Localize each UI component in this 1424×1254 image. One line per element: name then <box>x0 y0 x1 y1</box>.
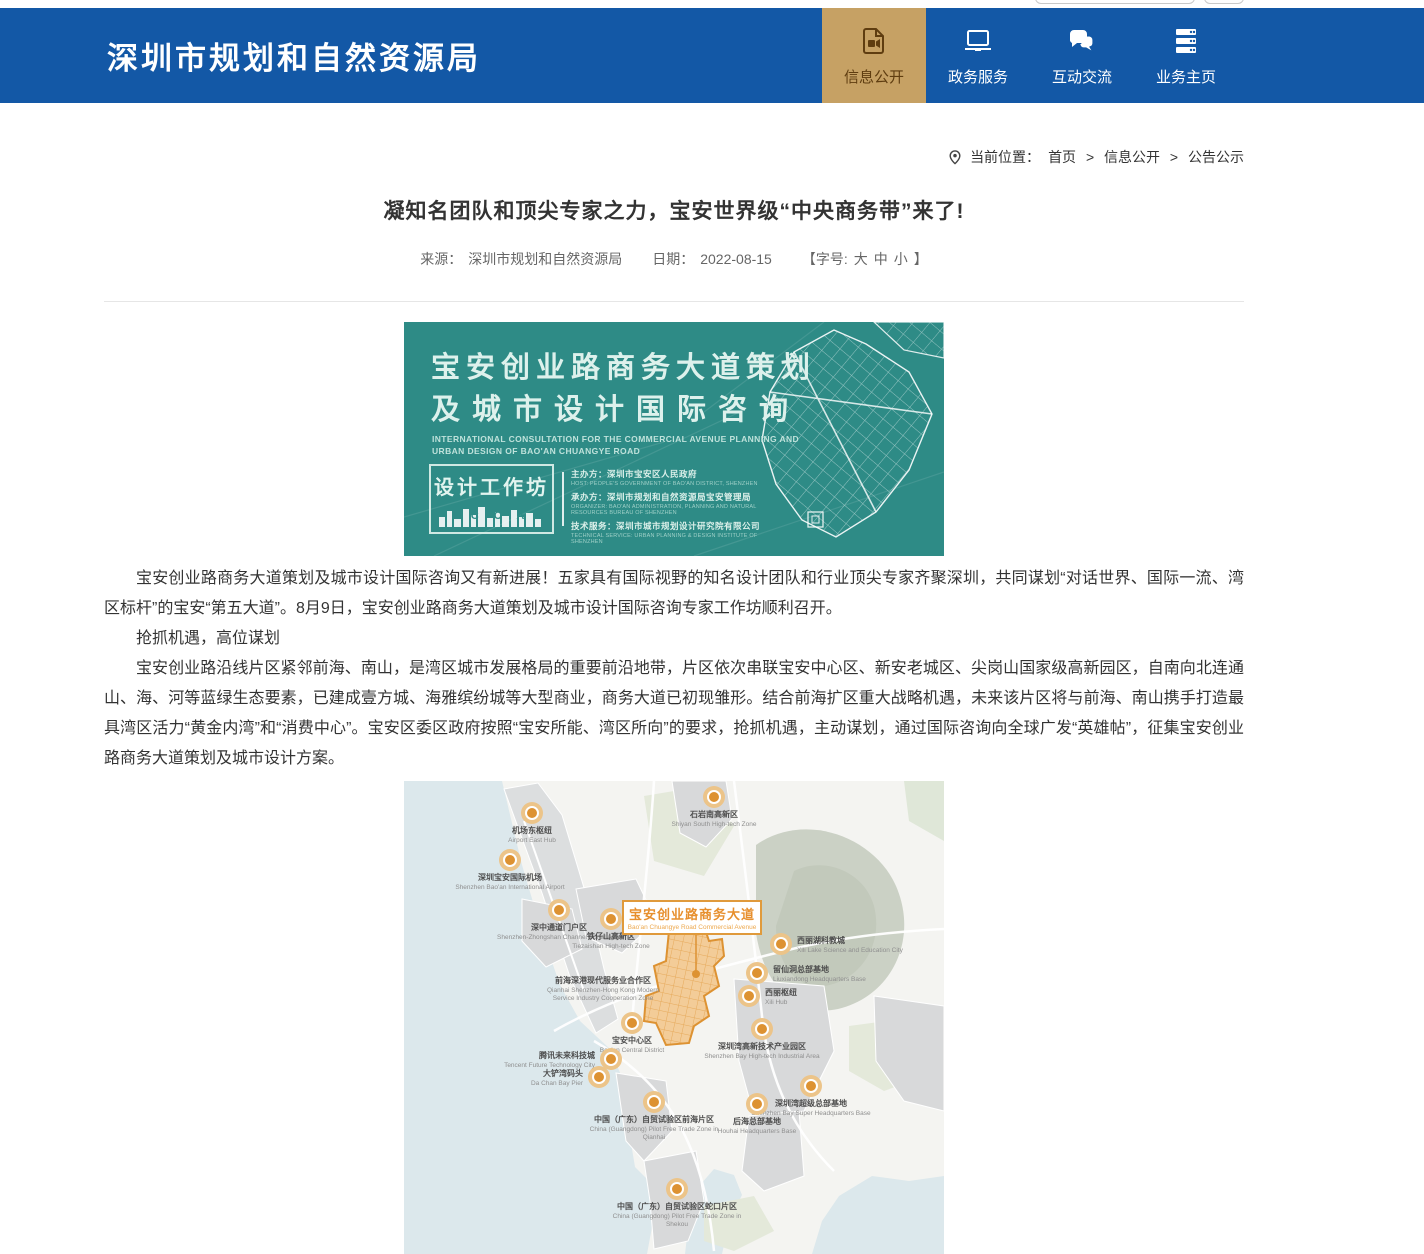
marker-dot-icon <box>751 1018 773 1040</box>
article-title: 凝知名团队和顶尖专家之力，宝安世界级“中央商务带”来了! <box>104 195 1244 225</box>
breadcrumb-announcements[interactable]: 公告公示 <box>1188 149 1244 165</box>
workshop-acronym: I C C A <box>437 510 547 522</box>
banner-divider-line <box>562 472 564 526</box>
server-stack-icon <box>1170 25 1202 57</box>
site-header: 深圳市规划和自然资源局 信息公开 政务服务 互动交流 <box>0 8 1424 103</box>
banner-image: 宝安创业路商务大道策划 及城市设计国际咨询 INTERNATIONAL CONS… <box>404 322 944 556</box>
marker-dot-icon <box>770 933 792 955</box>
banner-title-line2: 及城市设计国际咨询 <box>431 386 800 428</box>
marker-dot-icon <box>746 1093 768 1115</box>
date-value: 2022-08-15 <box>700 251 772 267</box>
marker-dot-icon <box>666 1178 688 1200</box>
marker-dot-icon <box>499 849 521 871</box>
org-organizer-en: ORGANIZER: BAO'AN ADMINISTRATION, PLANNI… <box>571 504 761 516</box>
paragraph: 抢抓机遇，高位谋划 <box>104 624 1244 654</box>
skyline-graphic: I C C A <box>437 503 547 527</box>
breadcrumb: 当前位置： 首页 > 信息公开 > 公告公示 <box>0 147 1424 167</box>
callout-title-zh: 宝安创业路商务大道 <box>626 904 758 923</box>
marker-dot-icon <box>800 1075 822 1097</box>
article-divider <box>104 301 1244 302</box>
fontsize-large[interactable]: 大 <box>854 249 868 269</box>
fontsize-medium[interactable]: 中 <box>874 249 888 269</box>
tab-label: 信息公开 <box>844 66 904 87</box>
tab-label: 业务主页 <box>1156 66 1216 87</box>
tab-business-home[interactable]: 业务主页 <box>1134 8 1238 103</box>
breadcrumb-home[interactable]: 首页 <box>1048 149 1076 165</box>
marker-dot-icon <box>738 985 760 1007</box>
design-workshop-box: 设计工作坊 I C C A <box>429 464 554 534</box>
fontsize-small[interactable]: 小 <box>894 249 908 269</box>
breadcrumb-info-disclosure[interactable]: 信息公开 <box>1104 149 1160 165</box>
banner-organizers: 主办方：深圳市宝安区人民政府 HOST: PEOPLE'S GOVERNMENT… <box>571 468 761 549</box>
marker-dot-icon <box>600 908 622 930</box>
article-body: 宝安创业路商务大道策划及城市设计国际咨询又有新进展！五家具有国际视野的知名设计团… <box>104 564 1244 774</box>
marker-dot-icon <box>643 1091 665 1113</box>
main-nav: 信息公开 政务服务 互动交流 <box>822 8 1238 103</box>
marker-dot-icon <box>703 786 725 808</box>
planning-map-image: 宝安创业路商务大道 Bao'an Chuangye Road Commercia… <box>404 781 944 1254</box>
date-label: 日期： <box>652 249 694 269</box>
org-technical-en: TECHNICAL SERVICE: URBAN PLANNING & DESI… <box>571 533 761 545</box>
org-host-en: HOST: PEOPLE'S GOVERNMENT OF BAO'AN DIST… <box>571 481 761 487</box>
article-meta: 来源： 深圳市规划和自然资源局 日期： 2022-08-15 【字号: 大 中 … <box>104 249 1244 269</box>
marker-dot-icon <box>588 1066 610 1088</box>
banner-subtitle-line1: INTERNATIONAL CONSULTATION FOR THE COMME… <box>432 434 799 444</box>
callout-title-en: Bao'an Chuangye Road Commercial Avenue <box>626 924 758 931</box>
banner-title-line1: 宝安创业路商务大道策划 <box>431 344 816 386</box>
tab-gov-services[interactable]: 政务服务 <box>926 8 1030 103</box>
marker-dot-icon <box>746 962 768 984</box>
marker-dot-icon <box>621 1012 643 1034</box>
paragraph: 宝安创业路沿线片区紧邻前海、南山，是湾区城市发展格局的重要前沿地带，片区依次串联… <box>104 654 1244 774</box>
chat-bubbles-icon <box>1066 25 1098 57</box>
search-input[interactable] <box>1035 0 1195 4</box>
top-search-strip <box>0 0 1424 8</box>
tab-interaction[interactable]: 互动交流 <box>1030 8 1134 103</box>
tab-label: 互动交流 <box>1052 66 1112 87</box>
source-value: 深圳市规划和自然资源局 <box>468 249 622 269</box>
org-host-zh: 主办方：深圳市宝安区人民政府 <box>571 468 761 480</box>
breadcrumb-label: 当前位置： <box>970 147 1040 167</box>
map-callout-baoan-avenue: 宝安创业路商务大道 Bao'an Chuangye Road Commercia… <box>622 900 762 935</box>
tab-label: 政务服务 <box>948 66 1008 87</box>
banner-subtitle-line2: URBAN DESIGN OF BAO'AN CHUANGYE ROAD <box>432 446 640 456</box>
laptop-icon <box>962 25 994 57</box>
workshop-label: 设计工作坊 <box>434 471 549 500</box>
paragraph: 宝安创业路商务大道策划及城市设计国际咨询又有新进展！五家具有国际视野的知名设计团… <box>104 564 1244 624</box>
tab-info-disclosure[interactable]: 信息公开 <box>822 8 926 103</box>
site-title: 深圳市规划和自然资源局 <box>107 8 481 103</box>
document-video-icon <box>858 25 890 57</box>
fontsize-label: 【字号: <box>802 249 848 269</box>
source-label: 来源： <box>420 249 462 269</box>
marker-dot-icon <box>521 802 543 824</box>
location-pin-icon <box>948 149 962 166</box>
org-technical-zh: 技术服务：深圳市城市规划设计研究院有限公司 <box>571 520 761 532</box>
org-organizer-zh: 承办方：深圳市规划和自然资源局宝安管理局 <box>571 491 761 503</box>
marker-dot-icon <box>548 899 570 921</box>
fontsize-bracket: 】 <box>914 249 928 269</box>
search-button[interactable] <box>1204 0 1244 4</box>
